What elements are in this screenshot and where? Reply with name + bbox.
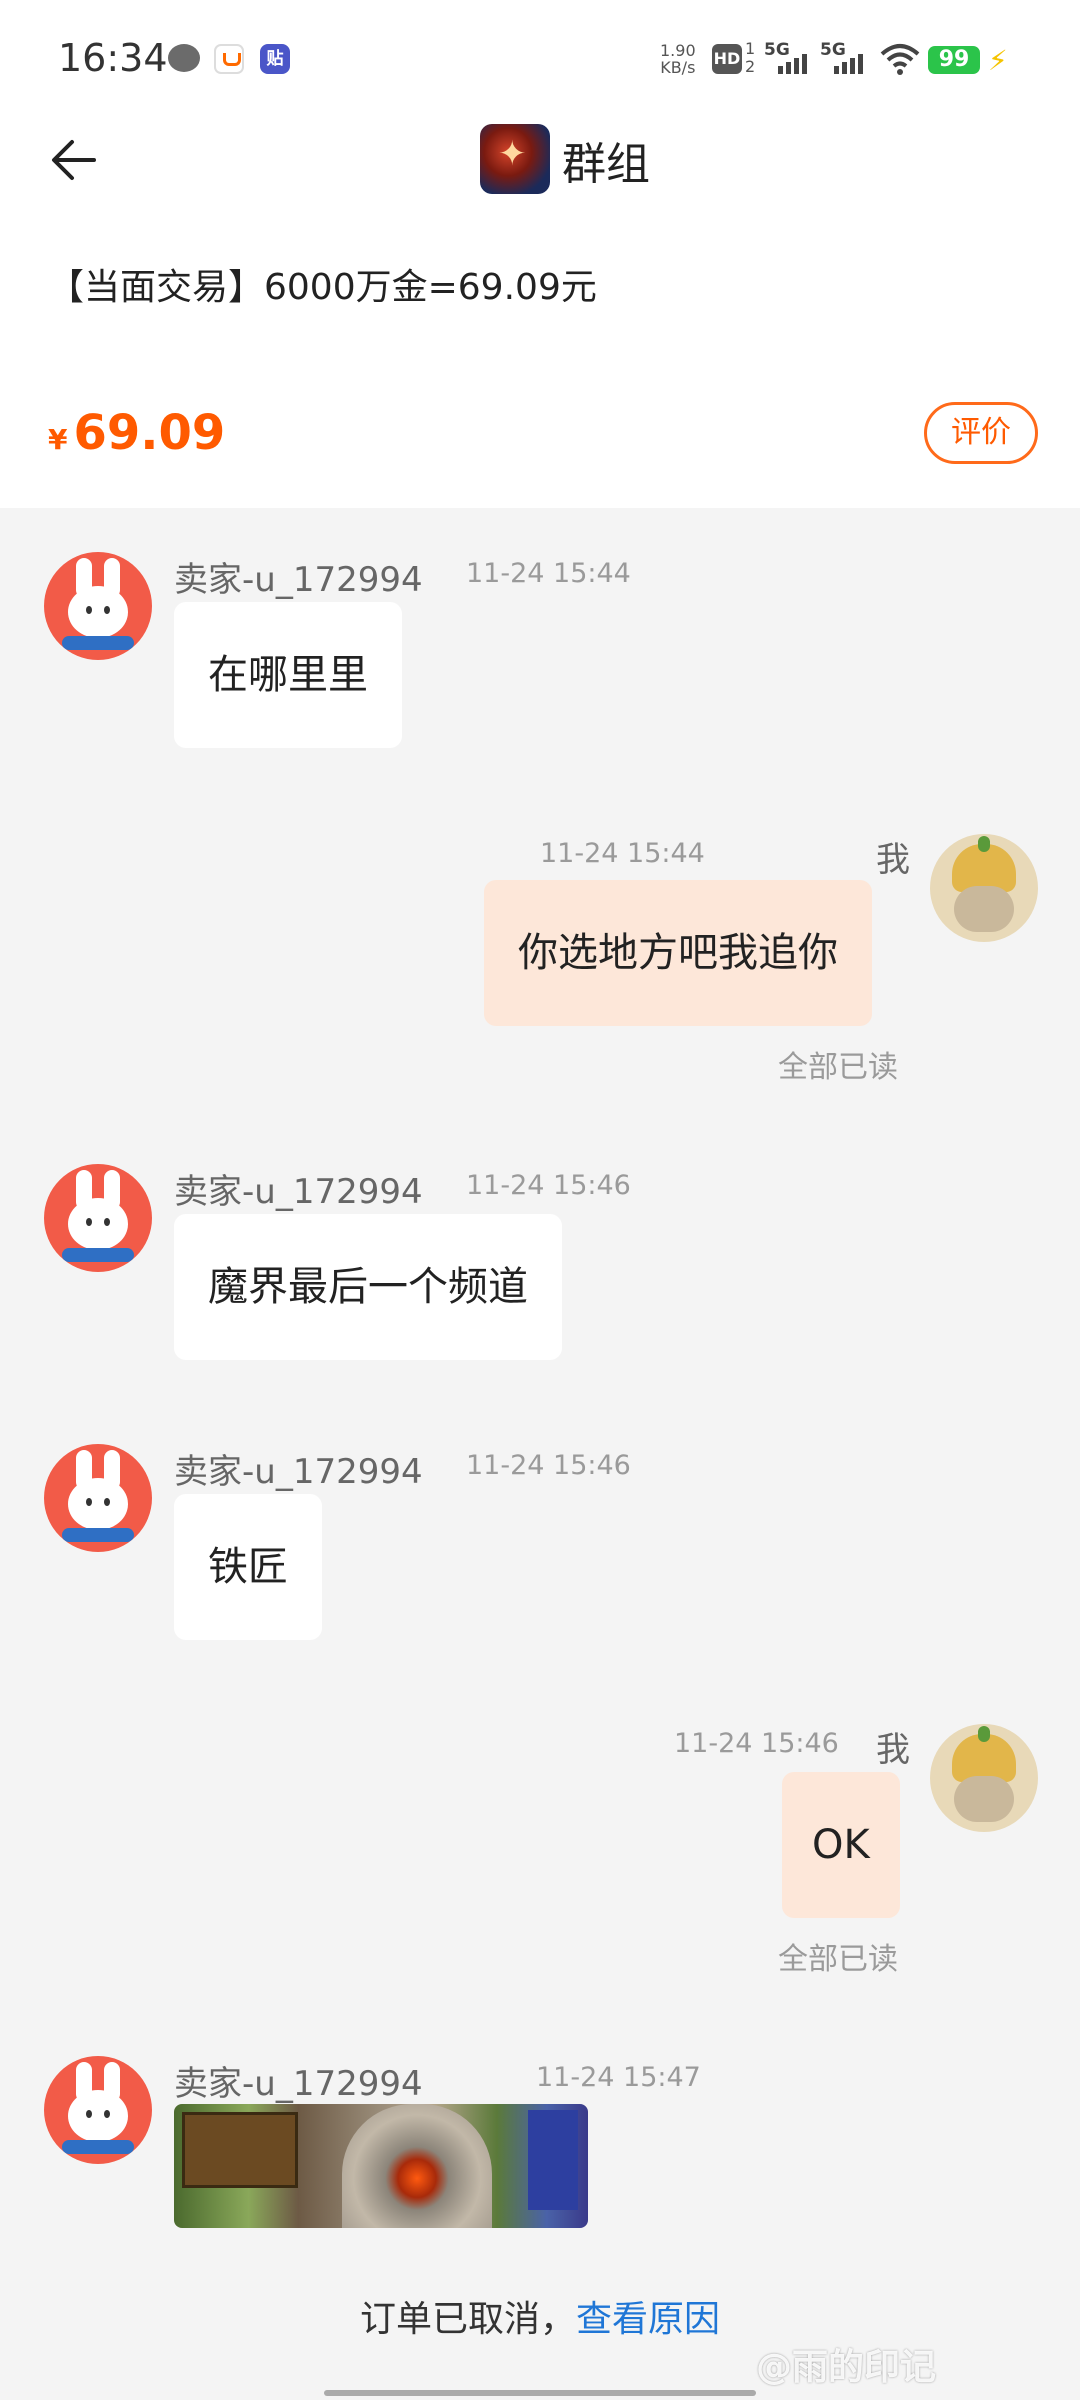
network-speed: 1.90 KB/s bbox=[660, 41, 696, 77]
message-bubble[interactable]: 铁匠 bbox=[174, 1494, 322, 1640]
message-sender: 卖家-u_172994 bbox=[174, 1172, 423, 1212]
taobao-notification-icon bbox=[214, 44, 244, 74]
sim-indicator: 1 2 bbox=[745, 39, 756, 76]
hd-voice-icon: HD bbox=[712, 44, 742, 74]
message-bubble[interactable]: 在哪里里 bbox=[174, 602, 402, 748]
message-time: 11-24 15:46 bbox=[466, 1450, 631, 1481]
read-receipt: 全部已读 bbox=[778, 1942, 898, 1977]
price-value: 69.09 bbox=[73, 405, 226, 461]
message-sender: 我 bbox=[876, 1730, 910, 1770]
signal-2-icon: 5G bbox=[820, 40, 872, 76]
seller-avatar[interactable] bbox=[44, 2056, 152, 2164]
product-title[interactable]: 【当面交易】6000万金=69.09元 bbox=[48, 258, 597, 310]
battery-icon: 99 bbox=[928, 46, 980, 74]
currency-symbol: ¥ bbox=[48, 423, 68, 456]
image-message[interactable] bbox=[174, 2104, 588, 2228]
message-time: 11-24 15:46 bbox=[466, 1170, 631, 1201]
home-indicator[interactable] bbox=[324, 2390, 756, 2396]
wifi-icon bbox=[880, 44, 920, 75]
order-cancelled-notice: 订单已取消，查看原因 bbox=[0, 2290, 1080, 2342]
message-notification-icon bbox=[168, 44, 200, 72]
message-time: 11-24 15:46 bbox=[674, 1728, 839, 1759]
read-receipt: 全部已读 bbox=[778, 1050, 898, 1085]
product-price: ¥69.09 bbox=[48, 405, 225, 461]
banner-graphic bbox=[528, 2110, 578, 2210]
cancelled-text: 订单已取消， bbox=[359, 2299, 576, 2340]
seller-avatar[interactable] bbox=[44, 1444, 152, 1552]
page-title: 群组 bbox=[562, 139, 650, 190]
message-sender: 卖家-u_172994 bbox=[174, 1452, 423, 1492]
message-time: 11-24 15:44 bbox=[540, 838, 705, 869]
message-sender: 卖家-u_172994 bbox=[174, 560, 423, 600]
message-bubble[interactable]: 你选地方吧我追你 bbox=[484, 880, 872, 1026]
view-reason-link[interactable]: 查看原因 bbox=[576, 2299, 720, 2340]
my-avatar[interactable] bbox=[930, 1724, 1038, 1832]
game-logo-icon bbox=[480, 124, 550, 194]
seller-avatar[interactable] bbox=[44, 552, 152, 660]
game-sign-graphic bbox=[182, 2112, 298, 2188]
message-sender: 我 bbox=[876, 840, 910, 880]
message-sender: 卖家-u_172994 bbox=[174, 2064, 423, 2104]
signal-1-icon: 5G bbox=[764, 40, 816, 76]
message-bubble[interactable]: 魔界最后一个频道 bbox=[174, 1214, 562, 1360]
message-time: 11-24 15:44 bbox=[466, 558, 631, 589]
my-avatar[interactable] bbox=[930, 834, 1038, 942]
seller-avatar[interactable] bbox=[44, 1164, 152, 1272]
back-arrow-icon[interactable] bbox=[48, 130, 108, 190]
watermark: @雨的印记 bbox=[756, 2347, 937, 2388]
app-notification-icon: 贴 bbox=[260, 44, 290, 74]
message-bubble[interactable]: OK bbox=[782, 1772, 900, 1918]
forge-graphic bbox=[342, 2104, 492, 2228]
status-time: 16:34 bbox=[58, 36, 168, 80]
evaluate-button[interactable]: 评价 bbox=[924, 402, 1038, 464]
message-time: 11-24 15:47 bbox=[536, 2062, 701, 2093]
charging-bolt-icon: ⚡ bbox=[988, 44, 1008, 77]
status-bar: 16:34 贴 1.90 KB/s HD 1 2 5G 5G 99 ⚡ bbox=[0, 0, 1080, 120]
